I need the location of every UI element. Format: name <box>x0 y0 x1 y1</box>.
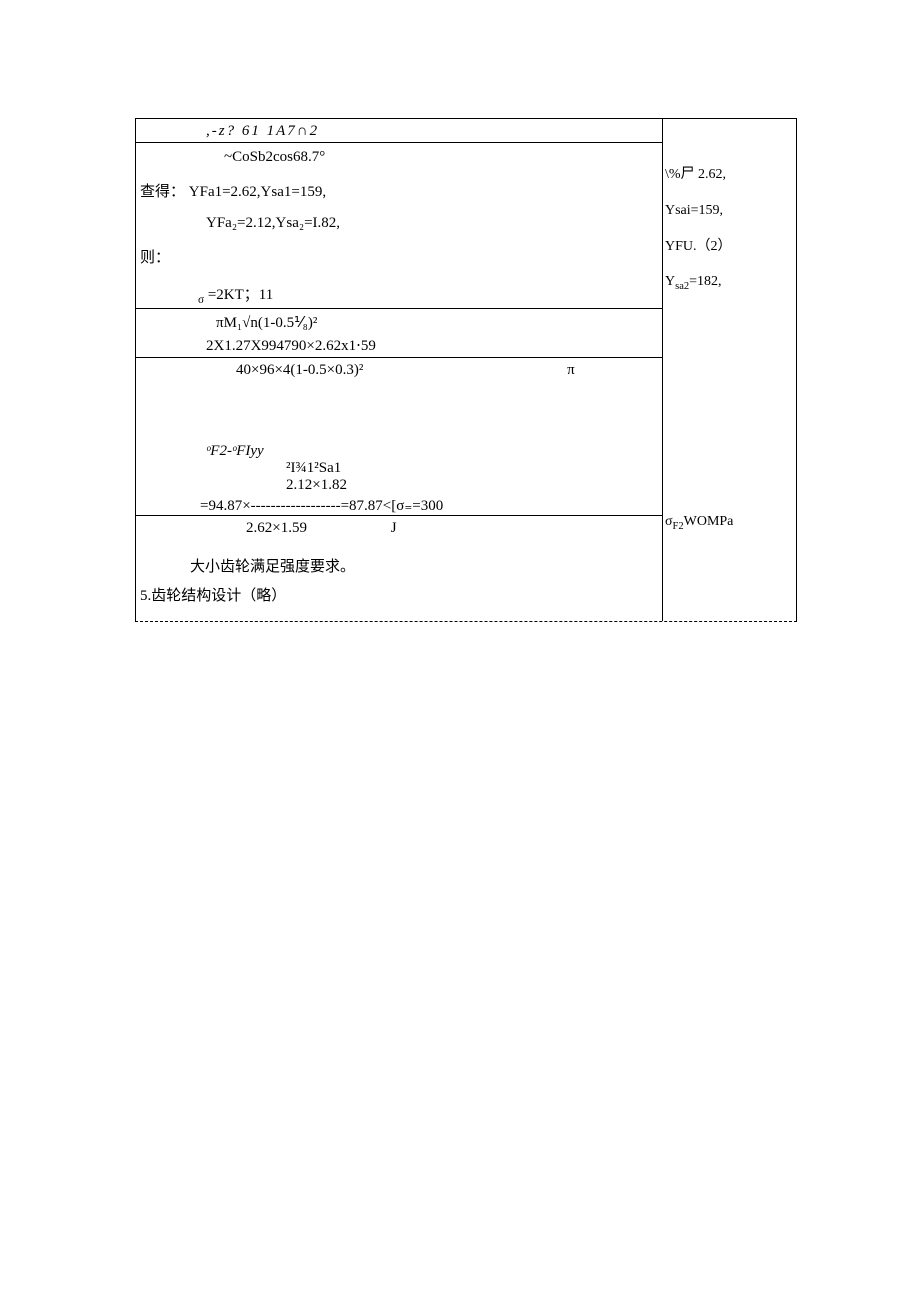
yfa2-row: YFa₂=2.12,Ysa₂=I.82, <box>136 215 662 232</box>
r-gap <box>665 308 794 498</box>
pi-symbol: π <box>567 362 575 379</box>
sigma-f2-line: ᵒF2-ᵒFIyy <box>136 443 662 460</box>
r-line3: YFU.（2） <box>665 235 794 259</box>
numer-2: 2X1.27X994790×2.62x1⋅59 <box>136 334 662 358</box>
sigma-symbol: σ <box>198 294 204 306</box>
left-column: ,-z? 61 1A7∩2 ~CoSb2cos68.7° 查得： YFa1=2.… <box>136 119 663 621</box>
cos-line: ~CoSb2cos68.7° <box>136 149 662 166</box>
denom2-text: 40×96×4(1-0.5×0.3)² <box>236 362 363 378</box>
r-line2: Ysai=159, <box>665 199 794 223</box>
frac-bottom: 2.62×1.59 <box>246 520 307 536</box>
page: ,-z? 61 1A7∩2 ~CoSb2cos68.7° 查得： YFa1=2.… <box>0 0 920 1301</box>
yfa1-text: YFa1=2.62,Ysa1=159, <box>189 184 326 200</box>
conclusion-line: 大小齿轮满足强度要求。 <box>136 541 662 582</box>
frac-bottom-row: 2.62×1.59 J <box>136 516 662 541</box>
denom-1: πM₁√n(1-0.5⅟₈)² <box>136 309 662 334</box>
frac-mid: 2.12×1.82 <box>136 477 662 494</box>
r-line4: Ysa2=182, <box>665 270 794 296</box>
lookup-label: 查得： <box>140 184 185 200</box>
r-line1: \%尸 2.62, <box>665 163 794 187</box>
content-box: ,-z? 61 1A7∩2 ~CoSb2cos68.7° 查得： YFa1=2.… <box>135 118 797 622</box>
j-label: J <box>391 520 397 537</box>
r-truncated: σF2WOMPa <box>665 510 794 536</box>
denom-2: 40×96×4(1-0.5×0.3)² π <box>136 358 662 383</box>
top-row: ,-z? 61 1A7∩2 <box>136 119 662 143</box>
spacer <box>665 123 794 151</box>
frac-result: =94.87×------------------=87.87<[σ₌=300 <box>136 494 662 516</box>
section-5: 5.齿轮结构设计（略） <box>136 582 662 615</box>
frac-top: ²I¾1²Sa1 <box>136 460 662 477</box>
then-label: 则： <box>136 246 662 267</box>
section-lookup: ~CoSb2cos68.7° 查得： YFa1=2.62,Ysa1=159, Y… <box>136 143 662 621</box>
lookup-row: 查得： YFa1=2.62,Ysa1=159, <box>136 180 662 201</box>
sigma-eq: σ =2KT；11 <box>136 281 662 309</box>
blank-space <box>136 383 662 443</box>
right-column: \%尸 2.62, Ysai=159, YFU.（2） Ysa2=182, σF… <box>663 119 796 621</box>
sigma-rhs: =2KT；11 <box>208 287 273 303</box>
